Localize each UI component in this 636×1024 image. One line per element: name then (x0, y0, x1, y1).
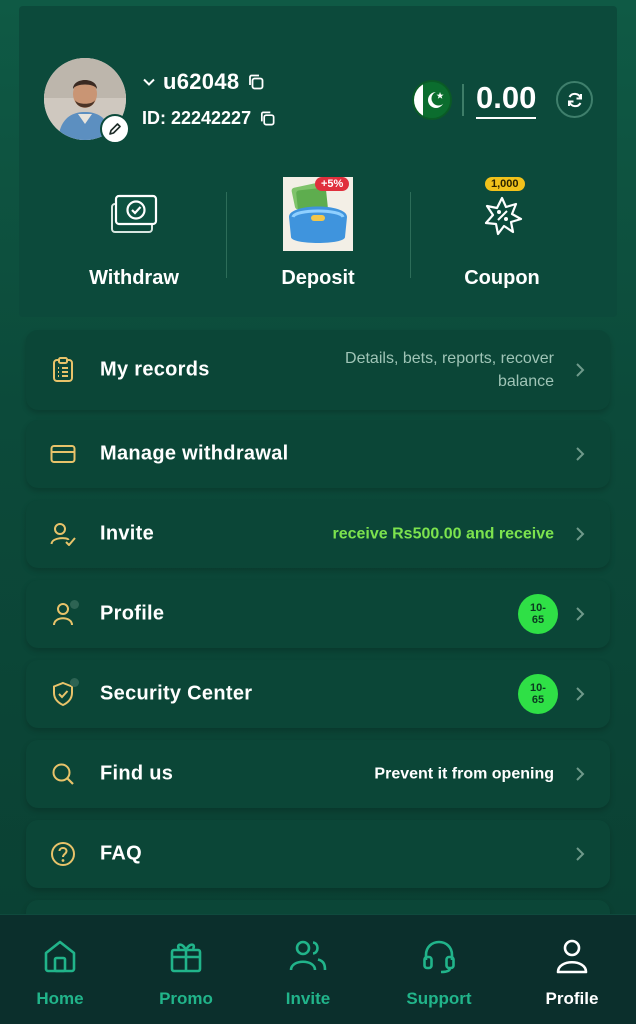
username-row[interactable]: u62048 (143, 68, 265, 96)
nav-home[interactable]: Home (0, 915, 120, 1024)
menu-detail: Details, bets, reports, recover balance (345, 350, 554, 390)
user-check-icon (50, 521, 76, 547)
deposit-button[interactable]: +5% Deposit (228, 175, 408, 295)
chevron-right-icon (576, 687, 585, 701)
menu-item-find-us[interactable]: Find us Prevent it from opening (26, 740, 610, 808)
nav-support[interactable]: Support (379, 915, 499, 1024)
pakistan-flag-icon[interactable] (412, 80, 452, 120)
menu-item-security-center[interactable]: Security Center 10- 65 (26, 660, 610, 728)
chevron-right-icon (576, 447, 585, 461)
copy-icon[interactable] (247, 73, 265, 91)
bottom-navigation: Home Promo Invite Support Profile (0, 914, 636, 1024)
username: u62048 (163, 69, 240, 94)
status-badge: 10- 65 (518, 594, 558, 634)
chevron-right-icon (576, 363, 585, 377)
coupon-icon (484, 196, 523, 236)
gift-icon (167, 937, 205, 975)
coupon-button[interactable]: 1,000 Coupon (412, 175, 592, 295)
deposit-bonus-badge: +5% (315, 177, 350, 191)
menu-item-my-records[interactable]: My records Details, bets, reports, recov… (26, 330, 610, 410)
balance-amount: 0.00 (476, 80, 537, 119)
nav-label: Invite (285, 989, 331, 1008)
user-id-row[interactable]: ID: 22242227 (142, 106, 276, 130)
copy-id-icon[interactable] (259, 110, 276, 127)
find-us-detail: Prevent it from opening (374, 765, 554, 783)
edit-avatar-button[interactable] (100, 114, 130, 144)
profile-icon (553, 937, 591, 975)
nav-invite[interactable]: Invite (248, 915, 368, 1024)
withdraw-card-icon (111, 194, 158, 233)
menu-label: Invite (100, 522, 155, 545)
coupon-label: Coupon (464, 267, 540, 289)
invite-reward-text: receive Rs500.00 and receive (332, 525, 555, 543)
menu-label: Manage withdrawal (100, 442, 289, 465)
users-icon (289, 937, 327, 975)
balance-divider (462, 84, 464, 116)
action-divider (410, 192, 411, 278)
nav-label: Home (36, 989, 84, 1008)
status-badge: 10- 65 (518, 674, 558, 714)
menu-label: Find us (100, 762, 174, 785)
chevron-right-icon (576, 847, 585, 861)
card-icon (50, 441, 76, 467)
nav-profile[interactable]: Profile (512, 915, 632, 1024)
action-divider (226, 192, 227, 278)
deposit-label: Deposit (281, 267, 355, 289)
home-icon (41, 937, 79, 975)
menu-item-profile[interactable]: Profile 10- 65 (26, 580, 610, 648)
chevron-right-icon (576, 767, 585, 781)
search-icon (50, 761, 76, 787)
profile-screen: u62048 ID: 22242227 0.00 Withdraw +5% De… (0, 0, 636, 1024)
menu-label: FAQ (100, 842, 143, 865)
refresh-icon (567, 92, 582, 107)
clipboard-icon (50, 357, 76, 383)
nav-label: Support (406, 989, 472, 1008)
chevron-right-icon (576, 527, 585, 541)
refresh-balance-button[interactable] (556, 81, 593, 118)
withdraw-button[interactable]: Withdraw (44, 175, 224, 295)
menu-item-invite[interactable]: Invite receive Rs500.00 and receive (26, 500, 610, 568)
chevron-down-icon (143, 78, 155, 86)
menu-item-faq[interactable]: FAQ (26, 820, 610, 888)
notification-dot (70, 600, 79, 609)
user-id: ID: 22242227 (142, 107, 252, 128)
menu-label: Security Center (100, 682, 253, 705)
menu-label: Profile (100, 602, 165, 625)
pencil-icon (109, 123, 121, 135)
nav-label: Promo (159, 989, 213, 1008)
nav-label: Profile (545, 989, 599, 1008)
chevron-right-icon (576, 607, 585, 621)
menu-item-manage-withdrawal[interactable]: Manage withdrawal (26, 420, 610, 488)
headset-icon (420, 937, 458, 975)
help-icon (50, 841, 76, 867)
nav-promo[interactable]: Promo (126, 915, 246, 1024)
withdraw-label: Withdraw (89, 267, 179, 289)
coupon-count-badge: 1,000 (485, 177, 525, 191)
notification-dot (70, 678, 79, 687)
menu-label: My records (100, 358, 210, 381)
